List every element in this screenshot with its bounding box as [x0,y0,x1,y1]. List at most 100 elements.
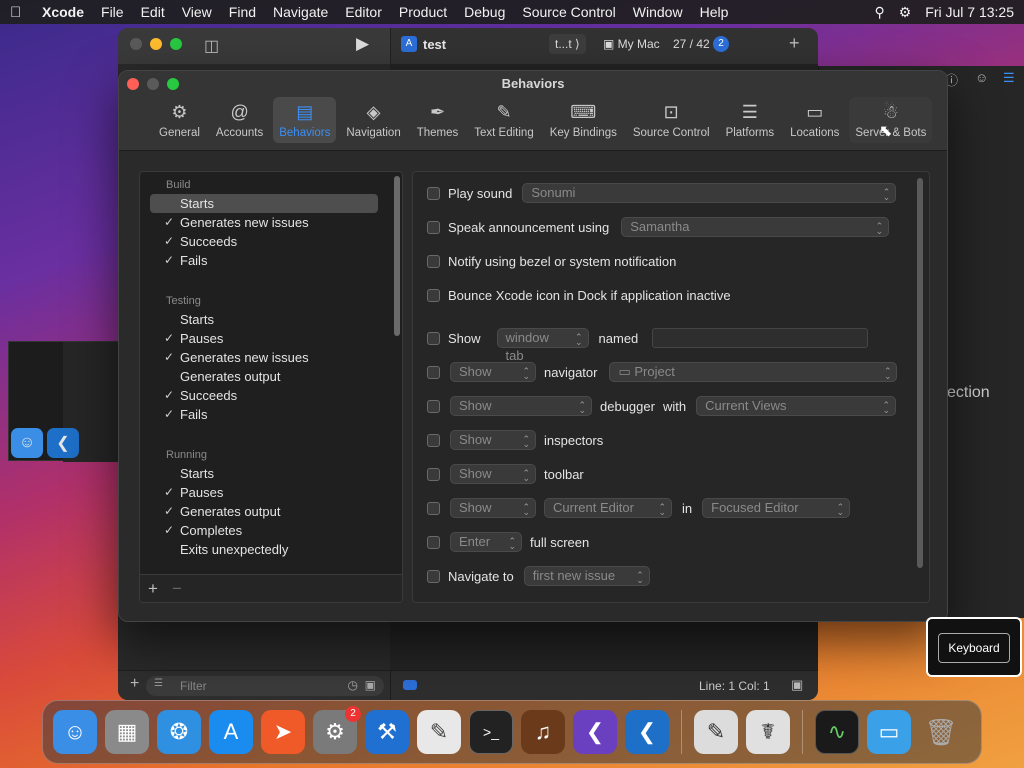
tab-behaviors[interactable]: ▤ Behaviors [273,97,337,143]
voice-popup[interactable]: Samantha [621,217,890,240]
xcode-icon[interactable]: ⚒ [365,710,409,754]
mission-control-thumbnail[interactable]: ☺ ❮ [8,341,119,462]
tab-key-bindings[interactable]: ⌨ Key Bindings [544,97,623,143]
disk-utility-icon[interactable]: ☤ [746,710,790,754]
add-behavior-button[interactable]: + [148,579,158,599]
apple-icon[interactable]:  [10,4,32,21]
menu-find[interactable]: Find [229,4,256,20]
system-settings-icon[interactable]: ⚙ 2 [313,706,361,754]
sidebar-toggle-icon[interactable]: ◫ [204,36,219,56]
tab-general[interactable]: ⚙ General [153,97,206,143]
list-item[interactable]: ✓ Pauses [140,483,402,502]
sound-popup[interactable]: Sonumi [522,183,897,206]
tab-source-control[interactable]: ⊡ Source Control [627,97,716,143]
terminal-icon[interactable]: >_ [469,710,513,754]
filter-field[interactable]: ☰ Filter ◷ ▣ [146,676,384,696]
list-item[interactable]: ✓ Succeeds [140,386,402,405]
tab-platforms[interactable]: ☰ Platforms [720,97,781,143]
garageband-icon[interactable]: ♫ [521,710,565,754]
tab-accounts[interactable]: @ Accounts [210,97,269,143]
control-center-icon[interactable]: ⚙ [899,4,912,21]
menu-file[interactable]: File [101,4,124,20]
activity-monitor-icon[interactable]: ∿ [815,710,859,754]
visual-studio-icon[interactable]: ❮ [573,710,617,754]
instruments-icon[interactable]: ✎ [694,710,738,754]
attributes-inspector-icon[interactable]: ☰ [1003,70,1015,86]
full-screen-checkbox[interactable] [427,535,440,549]
tab-name-field[interactable] [652,328,869,348]
list-item[interactable]: ✓ Fails [140,251,402,270]
menu-view[interactable]: View [182,4,212,20]
debugger-show-popup[interactable]: Show [450,396,592,419]
list-item[interactable]: Exits unexpectedly [140,540,402,559]
trash-icon[interactable]: 🗑 [919,710,963,754]
destination-selector[interactable]: ▣ My Mac [603,37,660,51]
add-icon[interactable]: + [130,675,139,693]
list-item[interactable]: ✓ Fails [140,405,402,424]
list-item[interactable]: ✓ Pauses [140,329,402,348]
swift-playgrounds-icon[interactable]: ➤ [261,710,305,754]
focused-editor-popup[interactable]: Focused Editor [702,498,851,521]
menu-navigate[interactable]: Navigate [273,4,328,20]
menu-help[interactable]: Help [700,4,729,20]
list-item[interactable]: ✓ Generates new issues [140,213,402,232]
menu-app-name[interactable]: Xcode [42,4,84,20]
safari-icon[interactable]: ❂ [157,710,201,754]
speak-checkbox[interactable] [427,220,440,234]
launchpad-icon[interactable]: ▦ [105,710,149,754]
scheme-selector[interactable]: t...t ⟩ [549,34,586,54]
show-tab-checkbox[interactable] [427,331,440,345]
filter-options-icon[interactable]: ▣ [365,678,376,692]
inspectors-show-popup[interactable]: Show [450,430,536,453]
menu-source-control[interactable]: Source Control [522,4,615,20]
textedit-icon[interactable]: ✎ [417,710,461,754]
finder-icon[interactable]: ☺ [53,710,97,754]
window-tab-popup[interactable]: window tab [496,328,589,363]
list-item[interactable]: Generates output [140,367,402,386]
recent-files-icon[interactable]: ◷ [348,678,358,692]
menu-window[interactable]: Window [633,4,683,20]
navigator-popup[interactable]: ▭ Project [609,362,898,385]
zoom-button[interactable] [170,38,182,50]
list-item[interactable]: ✓ Completes [140,521,402,540]
debugger-checkbox[interactable] [427,399,440,413]
navigate-to-checkbox[interactable] [427,569,440,583]
list-item[interactable]: Starts [140,310,402,329]
editor-show-popup[interactable]: Show [450,498,536,521]
search-icon[interactable]: ⚲ [874,4,884,21]
downloads-folder-icon[interactable]: ▭ [867,710,911,754]
run-button[interactable]: ▶ [356,34,369,54]
list-item[interactable]: ✓ Generates new issues [140,348,402,367]
tab-locations[interactable]: ▭ Locations [784,97,845,143]
panel-toggle-icon[interactable]: ▣ [791,677,803,693]
remove-behavior-button[interactable]: − [172,579,182,599]
keyboard-button[interactable]: Keyboard [938,633,1010,663]
navigator-checkbox[interactable] [427,365,440,379]
editor-checkbox[interactable] [427,501,440,515]
tab-navigation[interactable]: ◈ Navigation [340,97,406,143]
vscode-icon[interactable]: ❮ [625,710,669,754]
minimize-button[interactable] [150,38,162,50]
list-item[interactable]: Starts [140,464,402,483]
add-tab-icon[interactable]: + [789,33,800,54]
accessibility-icon[interactable]: ☺ [975,70,988,85]
close-button[interactable] [130,38,142,50]
notify-checkbox[interactable] [427,254,440,268]
issue-counter[interactable]: 27 / 42 [673,37,710,51]
toolbar-checkbox[interactable] [427,467,440,481]
list-item[interactable]: Starts [150,194,378,213]
list-item[interactable]: ✓ Succeeds [140,232,402,251]
issue-badge[interactable]: 2 [713,36,729,52]
options-scrollbar[interactable] [917,178,923,568]
menu-debug[interactable]: Debug [464,4,505,20]
list-scrollbar[interactable] [394,176,400,336]
debugger-views-popup[interactable]: Current Views [696,396,897,419]
app-store-icon[interactable]: A [209,710,253,754]
list-item[interactable]: ✓ Generates output [140,502,402,521]
enter-popup[interactable]: Enter [450,532,522,555]
inspectors-checkbox[interactable] [427,433,440,447]
bounce-checkbox[interactable] [427,288,440,302]
current-editor-popup[interactable]: Current Editor [544,498,672,521]
navigate-to-popup[interactable]: first new issue [523,566,650,589]
menu-edit[interactable]: Edit [141,4,165,20]
